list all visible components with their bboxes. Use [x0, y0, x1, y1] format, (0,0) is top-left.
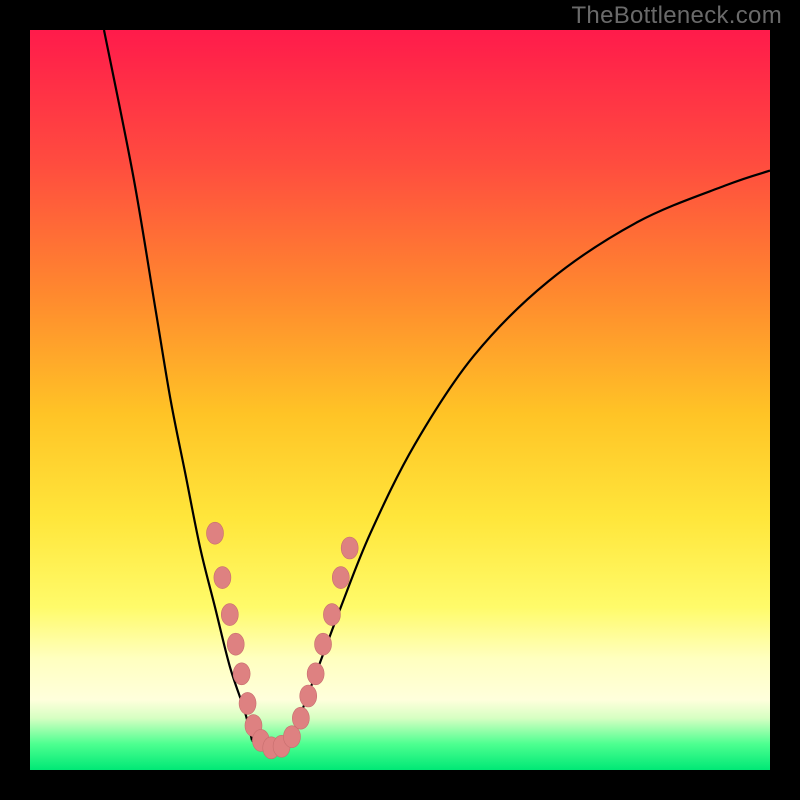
- chart-frame: TheBottleneck.com: [0, 0, 800, 800]
- marker-point: [315, 633, 332, 655]
- curve-left-branch: [104, 30, 252, 740]
- marker-point: [300, 685, 317, 707]
- watermark-text: TheBottleneck.com: [571, 2, 782, 30]
- marker-point: [283, 726, 300, 748]
- marker-point: [233, 663, 250, 685]
- marker-point: [221, 604, 238, 626]
- highlighted-markers: [207, 522, 359, 759]
- marker-point: [227, 633, 244, 655]
- marker-point: [332, 567, 349, 589]
- marker-point: [214, 567, 231, 589]
- marker-point: [323, 604, 340, 626]
- marker-point: [207, 522, 224, 544]
- plot-area: [30, 30, 770, 770]
- marker-point: [341, 537, 358, 559]
- marker-point: [292, 707, 309, 729]
- marker-point: [239, 692, 256, 714]
- curve-right-branch: [296, 171, 770, 726]
- curves-layer: [30, 30, 770, 770]
- marker-point: [307, 663, 324, 685]
